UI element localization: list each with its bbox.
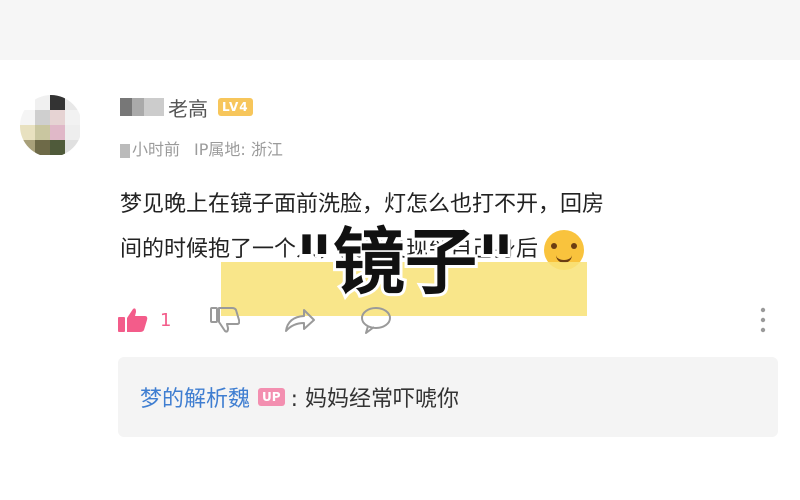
level-badge: LV4 <box>218 98 253 116</box>
ip-location: IP属地: 浙江 <box>194 140 283 159</box>
reply-row: 梦的解析魏 UP : 妈妈经常吓唬你 <box>140 381 459 413</box>
like-count: 1 <box>160 309 172 331</box>
up-badge: UP <box>258 388 285 406</box>
username[interactable]: 老高 LV4 <box>120 92 253 122</box>
thumbs-up-icon <box>118 308 148 332</box>
reply-preview[interactable]: 梦的解析魏 UP : 妈妈经常吓唬你 <box>118 357 778 437</box>
more-options-icon[interactable] <box>760 306 766 334</box>
dislike-button[interactable] <box>210 300 240 340</box>
username-text: 老高 <box>168 96 208 121</box>
time-redaction <box>120 143 130 158</box>
comment-time: 小时前 <box>120 136 180 160</box>
reply-button[interactable] <box>360 300 392 340</box>
comment-meta: 小时前 IP属地: 浙江 <box>120 136 283 160</box>
top-background <box>0 0 800 60</box>
reply-text: : 妈妈经常吓唬你 <box>290 387 459 412</box>
share-button[interactable] <box>284 300 316 340</box>
reply-author[interactable]: 梦的解析魏 <box>140 381 250 413</box>
share-icon <box>285 309 315 332</box>
username-redaction <box>120 98 164 116</box>
thumbs-down-icon <box>210 307 240 333</box>
caption-title: "镜子" <box>292 217 517 307</box>
avatar[interactable] <box>20 95 82 157</box>
like-button[interactable]: 1 <box>118 300 171 340</box>
comment-bubble-icon <box>361 307 391 334</box>
